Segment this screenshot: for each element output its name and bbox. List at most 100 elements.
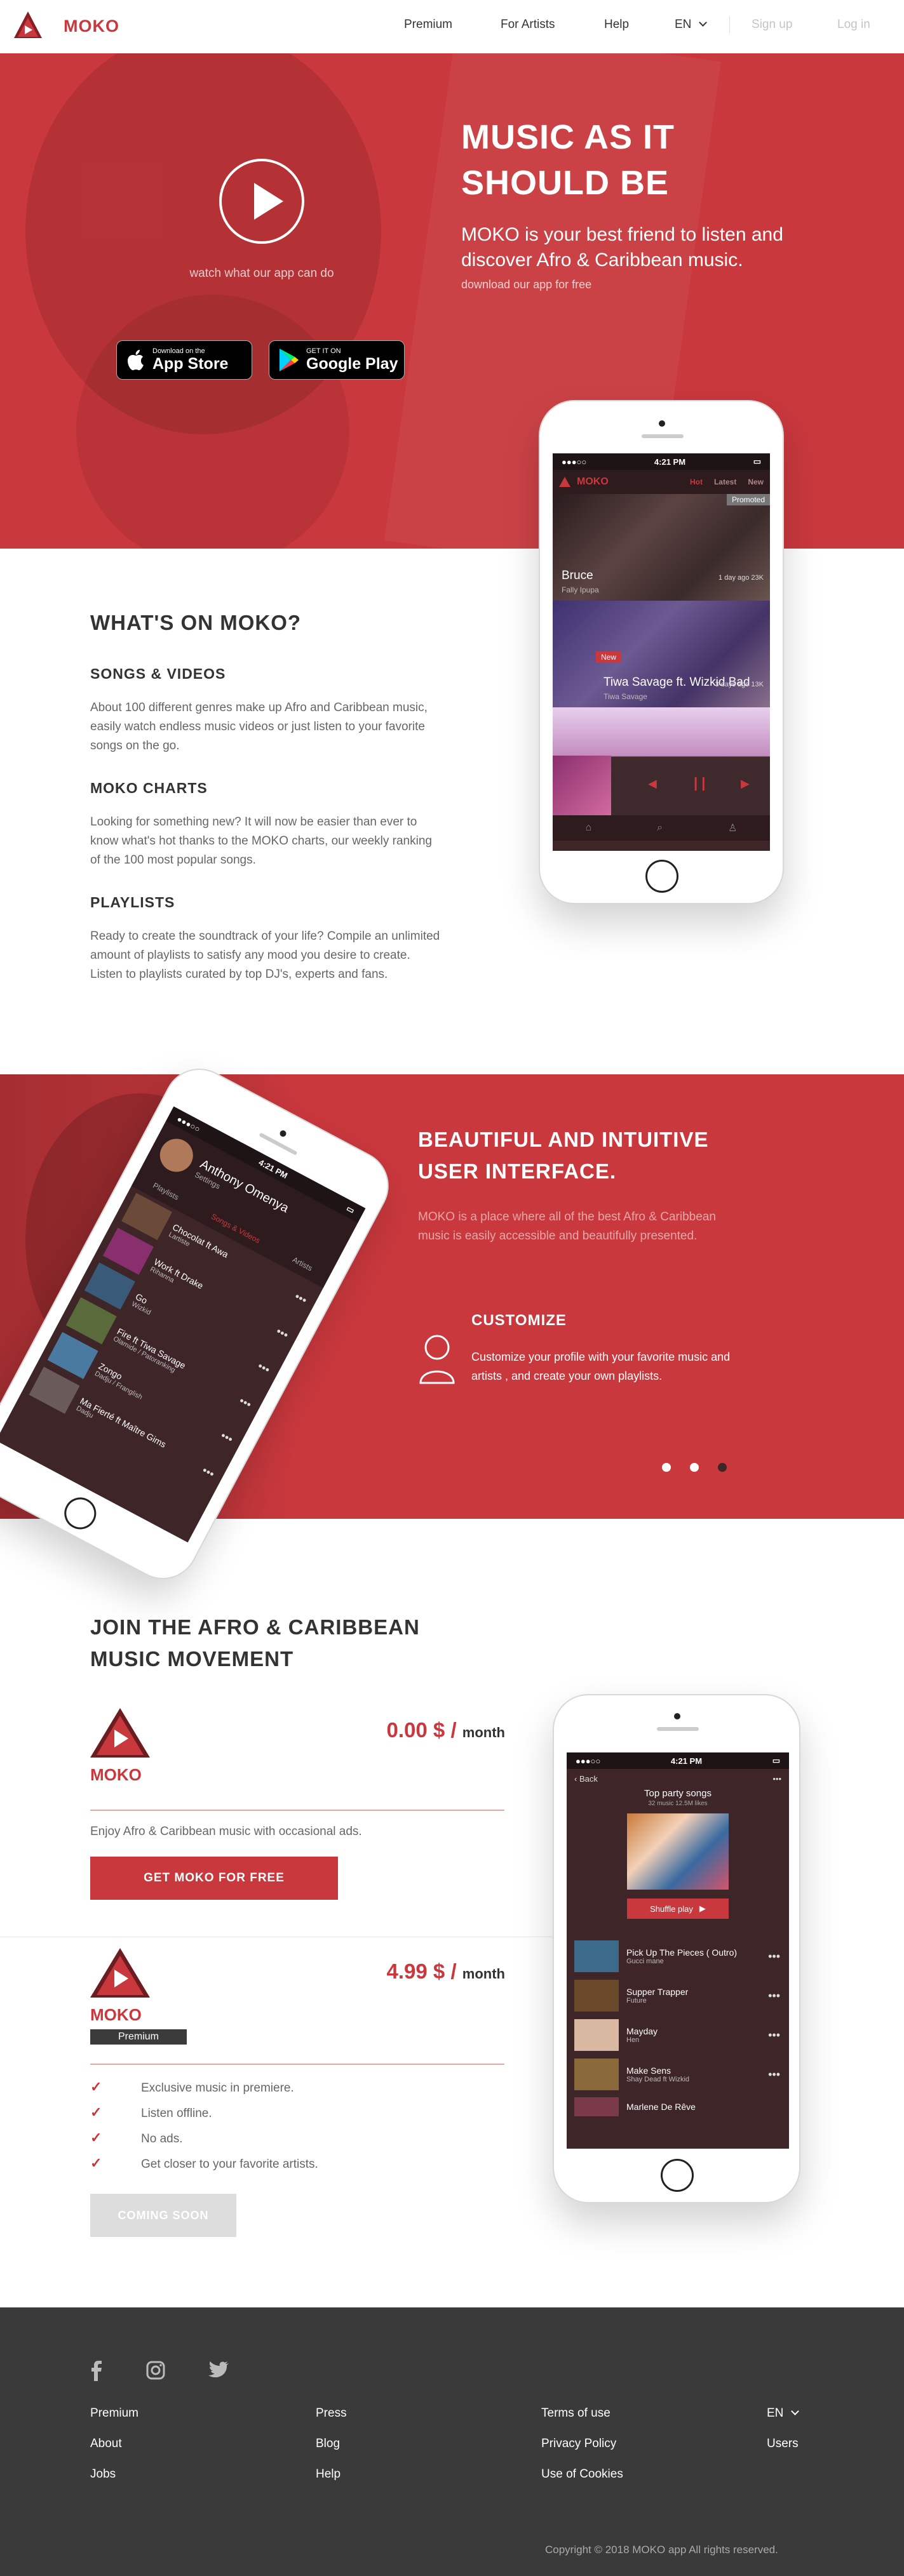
tab-artists[interactable]: Artists bbox=[291, 1255, 314, 1273]
more-icon[interactable]: ••• bbox=[768, 1989, 780, 2003]
song-text: Marlene De Rêve bbox=[626, 2102, 696, 2112]
song-artist: Future bbox=[626, 1997, 647, 2005]
footer-link-press[interactable]: Press bbox=[316, 2406, 347, 2420]
more-icon[interactable]: ••• bbox=[768, 2068, 780, 2081]
user-icon[interactable]: ♙ bbox=[728, 822, 737, 834]
carousel-dot-2[interactable] bbox=[690, 1463, 699, 1472]
song-thumbnail bbox=[574, 1940, 619, 1972]
song-thumbnail bbox=[574, 2019, 619, 2051]
app-store-button[interactable]: Download on the App Store bbox=[116, 340, 252, 380]
video-card[interactable]: Promoted Bruce Fally Ipupa 1 day ago 23K bbox=[553, 494, 770, 601]
footer-link-premium[interactable]: Premium bbox=[90, 2406, 138, 2420]
tab-latest[interactable]: Latest bbox=[714, 477, 736, 486]
twitter-icon[interactable] bbox=[208, 2361, 229, 2379]
watch-caption: watch what our app can do bbox=[189, 267, 334, 280]
copyright-text: Copyright © 2018 MOKO app All rights res… bbox=[545, 2544, 778, 2556]
playlist-title: Top party songs bbox=[644, 1788, 712, 1799]
phone-home-button bbox=[645, 860, 678, 893]
search-icon[interactable]: ⌕ bbox=[657, 822, 663, 834]
chevron-down-icon bbox=[790, 2407, 799, 2415]
more-icon[interactable]: ••• bbox=[219, 1429, 235, 1446]
list-item[interactable]: Marlene De Rêve bbox=[567, 2094, 789, 2119]
back-button[interactable]: ‹ Back bbox=[574, 1774, 598, 1784]
shuffle-play-button[interactable]: Shuffle play ▶ bbox=[627, 1899, 729, 1919]
get-moko-free-button[interactable]: GET MOKO FOR FREE bbox=[90, 1857, 338, 1900]
footer-link-privacy[interactable]: Privacy Policy bbox=[541, 2437, 616, 2451]
instagram-icon[interactable] bbox=[146, 2361, 165, 2380]
carousel-dot-1[interactable] bbox=[662, 1463, 671, 1472]
song-title: Marlene De Rêve bbox=[626, 2102, 696, 2112]
nav-log-in[interactable]: Log in bbox=[837, 18, 870, 32]
phone-home-button bbox=[661, 2159, 694, 2192]
footer-link-help[interactable]: Help bbox=[316, 2467, 341, 2481]
premium-plan-logo-text: MOKO bbox=[90, 2005, 142, 2024]
more-icon[interactable]: ••• bbox=[772, 1774, 781, 1784]
coming-soon-button[interactable]: COMING SOON bbox=[90, 2194, 236, 2237]
google-play-text: GET IT ON Google Play bbox=[306, 347, 398, 373]
nav-language[interactable]: EN bbox=[675, 18, 707, 32]
more-icon[interactable]: ••• bbox=[274, 1325, 291, 1342]
google-play-button[interactable]: GET IT ON Google Play bbox=[269, 340, 405, 380]
free-price: 0.00 $ / month bbox=[387, 1718, 505, 1742]
google-play-big: Google Play bbox=[306, 355, 398, 373]
facebook-icon[interactable] bbox=[90, 2361, 102, 2381]
header-logo-text[interactable]: MOKO bbox=[64, 17, 119, 36]
nav-premium[interactable]: Premium bbox=[404, 18, 452, 32]
list-item[interactable]: Make Sens Shay Dead ft Wizkid ••• bbox=[567, 2055, 789, 2094]
carousel-dot-3[interactable] bbox=[718, 1463, 727, 1472]
premium-price: 4.99 $ / month bbox=[387, 1959, 505, 1984]
feature-text: Get closer to your favorite artists. bbox=[141, 2158, 318, 2171]
header-logo[interactable] bbox=[13, 10, 43, 41]
signal-icon: ●●●○○ bbox=[576, 1756, 601, 1766]
nav-sign-up[interactable]: Sign up bbox=[752, 18, 792, 32]
feature-item: ✓ No ads. bbox=[90, 2130, 182, 2146]
footer-link-about[interactable]: About bbox=[90, 2437, 122, 2451]
more-icon[interactable]: ••• bbox=[768, 2029, 780, 2042]
more-icon[interactable]: ••• bbox=[200, 1464, 217, 1481]
playlist-cover bbox=[627, 1813, 729, 1890]
status-bar: ●●●○○ 4:21 PM ▭ bbox=[567, 1752, 789, 1769]
song-artist: Gucci mane bbox=[626, 1958, 664, 1965]
previous-icon[interactable]: ◀ bbox=[648, 777, 657, 791]
list-item[interactable]: Supper Trapper Future ••• bbox=[567, 1976, 789, 2015]
moko-charts-text: Looking for something new? It will now b… bbox=[90, 815, 432, 867]
nav-for-artists[interactable]: For Artists bbox=[501, 18, 555, 32]
footer-link-users[interactable]: Users bbox=[767, 2437, 799, 2451]
battery-icon: ▭ bbox=[344, 1203, 356, 1216]
video-thumbnail bbox=[553, 601, 770, 707]
feature-text: No ads. bbox=[141, 2132, 183, 2146]
moko-premium-logo-icon bbox=[90, 1948, 150, 1998]
check-icon: ✓ bbox=[90, 2130, 102, 2146]
footer-link-blog[interactable]: Blog bbox=[316, 2437, 340, 2451]
tab-hot[interactable]: Hot bbox=[690, 477, 703, 486]
customize-text: Customize your profile with your favorit… bbox=[471, 1351, 731, 1382]
footer-link-jobs[interactable]: Jobs bbox=[90, 2467, 116, 2481]
play-video-button[interactable] bbox=[219, 159, 304, 244]
google-play-icon bbox=[280, 349, 299, 371]
footer-link-terms[interactable]: Terms of use bbox=[541, 2406, 611, 2420]
more-icon[interactable]: ••• bbox=[292, 1290, 309, 1307]
song-artist: Shay Dead ft Wizkid bbox=[626, 2076, 690, 2083]
feature-text: Listen offline. bbox=[141, 2107, 212, 2120]
playlist-phone-mockup: ●●●○○ 4:21 PM ▭ ‹ Back ••• Top party songs… bbox=[553, 1694, 800, 2203]
footer-language-select[interactable]: EN bbox=[767, 2406, 799, 2420]
promoted-badge: Promoted bbox=[726, 494, 770, 505]
more-icon[interactable]: ••• bbox=[255, 1359, 272, 1377]
playlist-meta: 32 music 12.5M likes bbox=[648, 1800, 708, 1807]
tab-new[interactable]: New bbox=[748, 477, 764, 486]
avatar[interactable] bbox=[154, 1133, 199, 1178]
google-play-small: GET IT ON bbox=[306, 347, 341, 355]
list-item[interactable]: Mayday Hen ••• bbox=[567, 2015, 789, 2055]
next-icon[interactable]: ▶ bbox=[741, 777, 750, 791]
app-logo-text: MOKO bbox=[577, 476, 609, 487]
more-icon[interactable]: ••• bbox=[768, 1950, 780, 1963]
home-icon[interactable]: ⌂ bbox=[586, 822, 592, 834]
more-icon[interactable]: ••• bbox=[237, 1394, 253, 1411]
nav-help[interactable]: Help bbox=[604, 18, 629, 32]
footer-link-cookies[interactable]: Use of Cookies bbox=[541, 2467, 623, 2481]
pause-icon[interactable]: | | bbox=[694, 775, 705, 791]
list-item[interactable]: Pick Up The Pieces ( Outro) Gucci mane ••• bbox=[567, 1937, 789, 1976]
video-card[interactable]: New Tiwa Savage ft. Wizkid Bad Tiwa Sava… bbox=[553, 601, 770, 707]
video-thumbnail bbox=[553, 494, 770, 601]
premium-price-period: month bbox=[462, 1966, 505, 1982]
